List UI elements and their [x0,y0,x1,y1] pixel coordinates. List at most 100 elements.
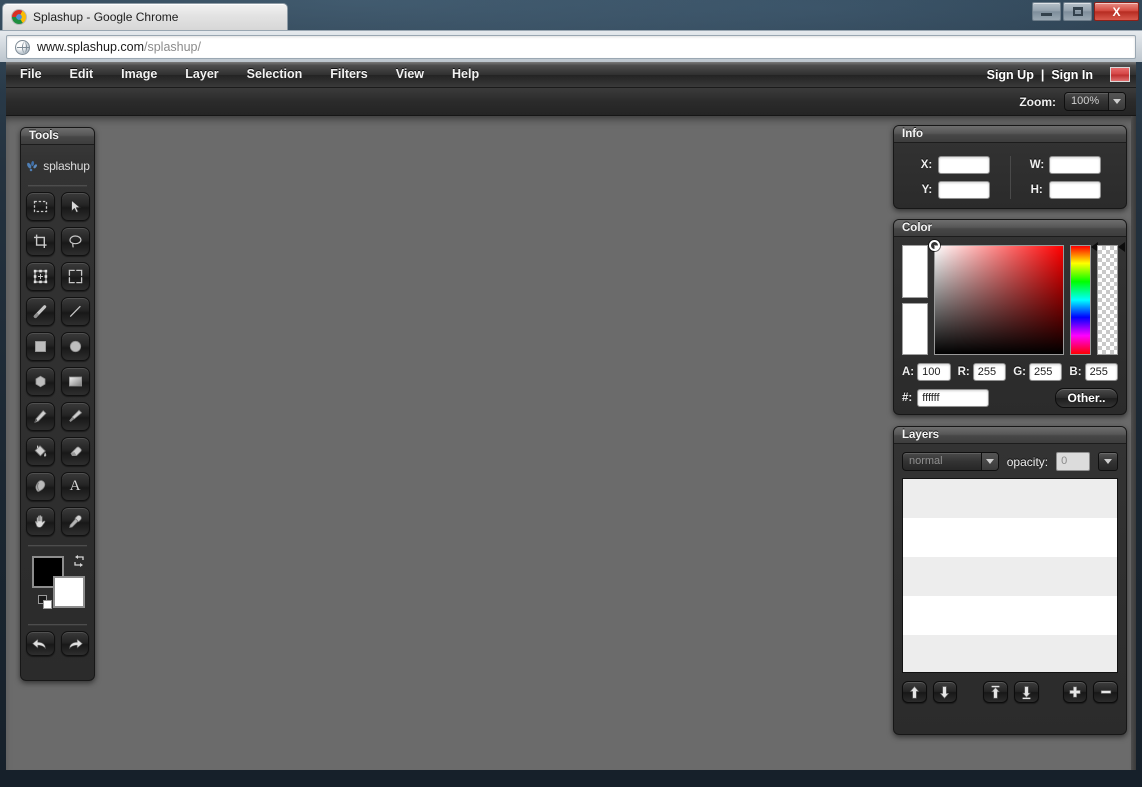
tools-panel-header[interactable]: Tools [21,128,94,145]
other-color-button[interactable]: Other.. [1055,388,1118,408]
hex-input[interactable]: ffffff [917,389,990,407]
blend-mode-select[interactable]: normal [902,452,999,471]
eraser-tool[interactable] [60,437,90,466]
tools-divider-top [28,185,87,186]
saturation-value-box[interactable] [929,240,1064,355]
info-x-field[interactable] [938,155,991,174]
url-path: /splashup/ [144,40,201,54]
color-picker-cursor[interactable] [929,240,940,251]
list-item[interactable] [903,479,1117,518]
minimize-button[interactable] [1032,2,1061,21]
primary-color-swatch[interactable] [902,245,928,298]
list-item[interactable] [903,635,1117,672]
menu-item-edit[interactable]: Edit [56,62,108,88]
background-color-swatch[interactable] [53,576,85,608]
menu-item-help[interactable]: Help [438,62,493,88]
blue-input[interactable]: 255 [1084,363,1119,381]
menu-item-view[interactable]: View [382,62,438,88]
menu-item-image[interactable]: Image [107,62,171,88]
line-thin-tool[interactable] [60,297,90,326]
chevron-down-icon [1113,99,1121,104]
layers-panel-header[interactable]: Layers [894,427,1126,444]
eyedropper-tool[interactable] [60,507,90,536]
alpha-slider[interactable] [1097,242,1125,355]
layer-action-buttons [902,681,1118,703]
app-menu-bar: File Edit Image Layer Selection Filters … [6,62,1136,88]
opacity-dropdown-button[interactable] [1098,452,1118,471]
maximize-button[interactable] [1063,2,1092,21]
move-layer-up-button[interactable] [902,681,927,703]
zoom-toolbar: Zoom: 100% [6,88,1136,116]
line-thick-tool[interactable] [25,297,55,326]
default-colors-icon[interactable] [38,595,53,610]
rectangle-shape-tool[interactable] [25,332,55,361]
rectangular-marquee-tool[interactable] [25,192,55,221]
close-button[interactable]: X [1094,2,1139,21]
zoom-dropdown-button[interactable] [1108,93,1125,110]
menu-item-selection[interactable]: Selection [233,62,317,88]
red-input[interactable]: 255 [972,363,1007,381]
layer-list[interactable] [902,478,1118,673]
color-panel: Color A: 100 R: 255 G: 255 B: 255 #: fff… [893,219,1127,415]
tools-divider-history [28,624,87,625]
address-bar[interactable]: www.splashup.com /splashup/ [6,35,1136,59]
free-transform-tool[interactable] [60,262,90,291]
splashup-wordmark: splashup [43,159,90,173]
tools-panel-title: Tools [29,130,59,142]
sign-in-link[interactable]: Sign In [1046,68,1098,82]
paint-bucket-tool[interactable] [25,437,55,466]
alpha-label: A: [902,366,915,378]
info-x-label: X: [920,158,933,171]
pencil-tool[interactable] [25,402,55,431]
lasso-tool[interactable] [60,227,90,256]
opacity-input[interactable]: 0 [1056,452,1091,471]
undo-button[interactable] [26,631,55,656]
info-panel-header[interactable]: Info [894,126,1126,143]
list-item[interactable] [903,518,1117,557]
text-tool[interactable]: A [60,472,90,501]
redo-button[interactable] [60,631,89,656]
hand-tool[interactable] [25,507,55,536]
list-item[interactable] [903,557,1117,596]
hue-slider[interactable] [1070,242,1098,355]
delete-layer-button[interactable] [1093,681,1118,703]
sign-up-link[interactable]: Sign Up [982,68,1039,82]
alpha-input[interactable]: 100 [917,363,951,381]
green-input[interactable]: 255 [1028,363,1063,381]
alpha-slider-marker[interactable] [1118,242,1125,252]
color-panel-header[interactable]: Color [894,220,1126,237]
blend-mode-dropdown-button[interactable] [980,453,998,470]
workspace-scrollbar[interactable] [1131,116,1136,770]
move-layer-down-button[interactable] [932,681,958,703]
info-column-position: X: Y: [900,155,1011,199]
info-y-field[interactable] [938,180,991,199]
move-layer-to-bottom-button[interactable] [1013,681,1039,703]
add-layer-button[interactable] [1062,681,1088,703]
gradient-tool[interactable] [60,367,90,396]
browser-tab[interactable]: Splashup - Google Chrome [2,3,288,30]
info-w-field[interactable] [1048,155,1101,174]
move-tool[interactable] [60,192,90,221]
opacity-label: opacity: [1006,454,1049,469]
menu-item-layer[interactable]: Layer [171,62,232,88]
menu-item-file[interactable]: File [6,62,56,88]
secondary-color-swatch[interactable] [902,302,928,355]
zoom-select[interactable]: 100% [1064,92,1126,111]
ellipse-shape-tool[interactable] [60,332,90,361]
transform-tool[interactable] [25,262,55,291]
zoom-value: 100% [1071,95,1100,107]
color-panel-title: Color [902,222,933,234]
menu-item-filters[interactable]: Filters [316,62,382,88]
chevron-down-icon [1104,459,1113,464]
splashup-mark-icon [25,159,40,174]
crop-tool[interactable] [25,227,55,256]
polygon-shape-tool[interactable] [25,367,55,396]
flag-icon[interactable] [1110,67,1130,82]
smudge-tool[interactable] [25,472,55,501]
info-h-field[interactable] [1048,180,1101,199]
brush-tool[interactable] [60,402,90,431]
move-layer-to-top-button[interactable] [983,681,1008,703]
minimize-icon [1041,12,1052,16]
swap-colors-icon[interactable] [72,554,86,568]
list-item[interactable] [903,596,1117,635]
